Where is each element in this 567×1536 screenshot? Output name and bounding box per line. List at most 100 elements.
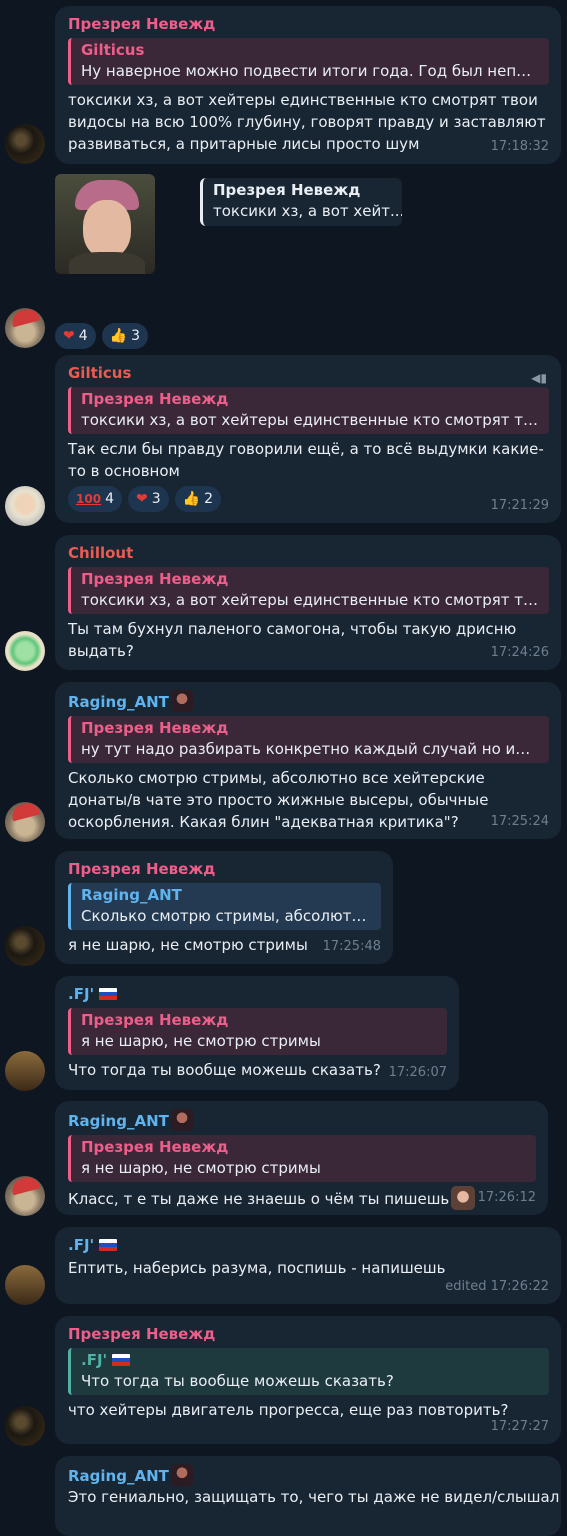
- message-sender[interactable]: Raging_ANT: [68, 1464, 549, 1486]
- reaction-bar: ❤ 4 👍 3: [55, 323, 149, 349]
- heart-icon: ❤: [135, 491, 148, 507]
- reaction-count: 4: [78, 328, 88, 344]
- message-bubble[interactable]: .FJ' Ептить, наберись разума, поспишь - …: [55, 1227, 561, 1304]
- message-sender[interactable]: .FJ': [68, 984, 447, 1004]
- reply-sender: Презрея Невежд: [81, 1138, 229, 1156]
- reaction-count: 3: [131, 328, 141, 344]
- message-text: Класс, т е ты даже не знаешь о чём ты пи…: [68, 1186, 536, 1210]
- sticker-reply[interactable]: Презрея Невежд токсики хз, а вот хейт...: [200, 178, 402, 226]
- reply-quote[interactable]: .FJ' Что тогда ты вообще можешь сказать?: [68, 1348, 549, 1395]
- avatar[interactable]: [5, 1051, 45, 1091]
- message-sender[interactable]: Gilticus: [68, 363, 549, 383]
- reply-text: токсики хз, а вот хейт...: [213, 202, 402, 220]
- message-bubble[interactable]: Презрея Невежд .FJ' Что тогда ты вообще …: [55, 1316, 561, 1444]
- message-sender[interactable]: Raging_ANT: [68, 690, 549, 712]
- reply-quote[interactable]: Презрея Невежд я не шарю, не смотрю стри…: [68, 1135, 536, 1182]
- reaction-count: 2: [204, 491, 213, 507]
- message-time: edited 17:26:22: [445, 1279, 549, 1294]
- avatar[interactable]: [5, 802, 45, 842]
- message-time: 17:24:26: [490, 645, 549, 660]
- avatar[interactable]: [5, 124, 45, 164]
- avatar[interactable]: [5, 308, 45, 348]
- thumbs-up-icon: 👍: [109, 328, 128, 344]
- reply-text: токсики хз, а вот хейтеры единственные к…: [81, 591, 539, 609]
- russia-flag-icon: [112, 1354, 131, 1366]
- message-bubble[interactable]: Gilticus ◀▮ Презрея Невежд токсики хз, а…: [55, 355, 561, 523]
- reply-text: я не шарю, не смотрю стримы: [81, 1032, 321, 1050]
- reply-quote[interactable]: Gilticus Ну наверное можно подвести итог…: [68, 38, 549, 85]
- heart-icon: ❤: [63, 328, 75, 344]
- reply-quote[interactable]: Презрея Невежд токсики хз, а вот хейтеры…: [68, 387, 549, 434]
- emoji-status-icon: [170, 690, 193, 712]
- sender-name: Raging_ANT: [68, 693, 169, 711]
- message-text: Так если бы правду говорили ещё, а то вс…: [68, 440, 544, 480]
- avatar[interactable]: [5, 1265, 45, 1305]
- message-bubble[interactable]: Презрея Невежд Raging_ANT Сколько смотрю…: [55, 851, 393, 964]
- reaction-heart[interactable]: ❤ 4: [55, 323, 96, 349]
- message-text: что хейтеры двигатель прогресса, еще раз…: [68, 1401, 509, 1419]
- reaction-100[interactable]: 100 4: [68, 486, 122, 512]
- message-time: 17:26:12: [477, 1190, 536, 1205]
- message-sender[interactable]: Презрея Невежд: [68, 859, 381, 879]
- message-time: 17:25:24: [490, 814, 549, 829]
- sticker-emoji-icon: [451, 1186, 476, 1210]
- message-text: Это гениально, защищать то, чего ты даже…: [68, 1488, 560, 1506]
- reply-text: Ну наверное можно подвести итоги года. Г…: [81, 62, 539, 80]
- avatar[interactable]: [5, 631, 45, 671]
- avatar[interactable]: [5, 1176, 45, 1216]
- sender-name: Raging_ANT: [68, 1112, 169, 1130]
- message-sender[interactable]: .FJ': [68, 1235, 549, 1255]
- message-sender[interactable]: Chillout: [68, 543, 549, 563]
- hundred-icon: 100: [76, 492, 102, 506]
- message-time: 17:21:29: [490, 498, 549, 513]
- message-sender[interactable]: Raging_ANT: [68, 1109, 536, 1131]
- message-text: Сколько смотрю стримы, абсолютно все хей…: [68, 769, 489, 831]
- message-time: 17:27:27: [490, 1419, 549, 1434]
- reply-quote[interactable]: Презрея Невежд токсики хз, а вот хейтеры…: [68, 567, 549, 614]
- avatar[interactable]: [5, 1406, 45, 1446]
- reaction-thumbs-up[interactable]: 👍 3: [101, 323, 149, 349]
- avatar[interactable]: [5, 926, 45, 966]
- reply-quote[interactable]: Презрея Невежд ну тут надо разбирать кон…: [68, 716, 549, 763]
- sticker-image[interactable]: [55, 174, 155, 274]
- reaction-count: 4: [105, 491, 114, 507]
- emoji-status-icon: [170, 1464, 193, 1486]
- message-time: 17:18:32: [490, 139, 549, 154]
- message-bubble[interactable]: Raging_ANT Презрея Невежд я не шарю, не …: [55, 1101, 548, 1215]
- message-bubble[interactable]: Raging_ANT Это гениально, защищать то, ч…: [55, 1456, 561, 1536]
- message-sender[interactable]: Презрея Невежд: [68, 1324, 549, 1344]
- reply-sender: Raging_ANT: [81, 886, 182, 904]
- reaction-thumbs-up[interactable]: 👍 2: [174, 486, 221, 512]
- reply-text: Сколько смотрю стримы, абсолютн...: [81, 907, 371, 925]
- reply-quote[interactable]: Raging_ANT Сколько смотрю стримы, абсолю…: [68, 883, 381, 930]
- avatar[interactable]: [5, 486, 45, 526]
- message-bubble[interactable]: .FJ' Презрея Невежд я не шарю, не смотрю…: [55, 976, 459, 1090]
- message-time: 17:26:07: [388, 1065, 447, 1080]
- reply-sender: Презрея Невежд: [81, 570, 229, 588]
- reply-sender: Презрея Невежд: [81, 1011, 229, 1029]
- message-text-content: Класс, т е ты даже не знаешь о чём ты пи…: [68, 1190, 450, 1208]
- reply-sender: Презрея Невежд: [81, 390, 229, 408]
- message-text: токсики хз, а вот хейтеры единственные к…: [68, 91, 546, 153]
- reply-sender: .FJ': [81, 1350, 539, 1371]
- sender-name: .FJ': [68, 1236, 95, 1254]
- reaction-count: 3: [151, 491, 161, 507]
- message-sender[interactable]: Презрея Невежд: [68, 14, 549, 34]
- message-text: Ты там бухнул паленого самогона, чтобы т…: [68, 620, 517, 660]
- reaction-heart[interactable]: ❤ 3: [127, 486, 169, 512]
- sender-name: .FJ': [68, 985, 95, 1003]
- message-bubble[interactable]: Raging_ANT Презрея Невежд ну тут надо ра…: [55, 682, 561, 839]
- reply-sender: Gilticus: [81, 41, 145, 59]
- russia-flag-icon: [99, 988, 118, 1000]
- announcement-icon: ◀▮: [531, 371, 547, 385]
- sender-name: Raging_ANT: [68, 1467, 169, 1485]
- reply-text: ну тут надо разбирать конкретно каждый с…: [81, 740, 539, 758]
- thumbs-up-icon: 👍: [182, 491, 201, 507]
- message-bubble[interactable]: Презрея Невежд Gilticus Ну наверное можн…: [55, 6, 561, 164]
- reply-quote[interactable]: Презрея Невежд я не шарю, не смотрю стри…: [68, 1008, 447, 1055]
- message-bubble[interactable]: Chillout Презрея Невежд токсики хз, а во…: [55, 535, 561, 670]
- reply-text: я не шарю, не смотрю стримы: [81, 1159, 321, 1177]
- reply-text: токсики хз, а вот хейтеры единственные к…: [81, 411, 539, 429]
- reply-sender: Презрея Невежд: [81, 719, 229, 737]
- reply-sender: Презрея Невежд: [213, 181, 361, 199]
